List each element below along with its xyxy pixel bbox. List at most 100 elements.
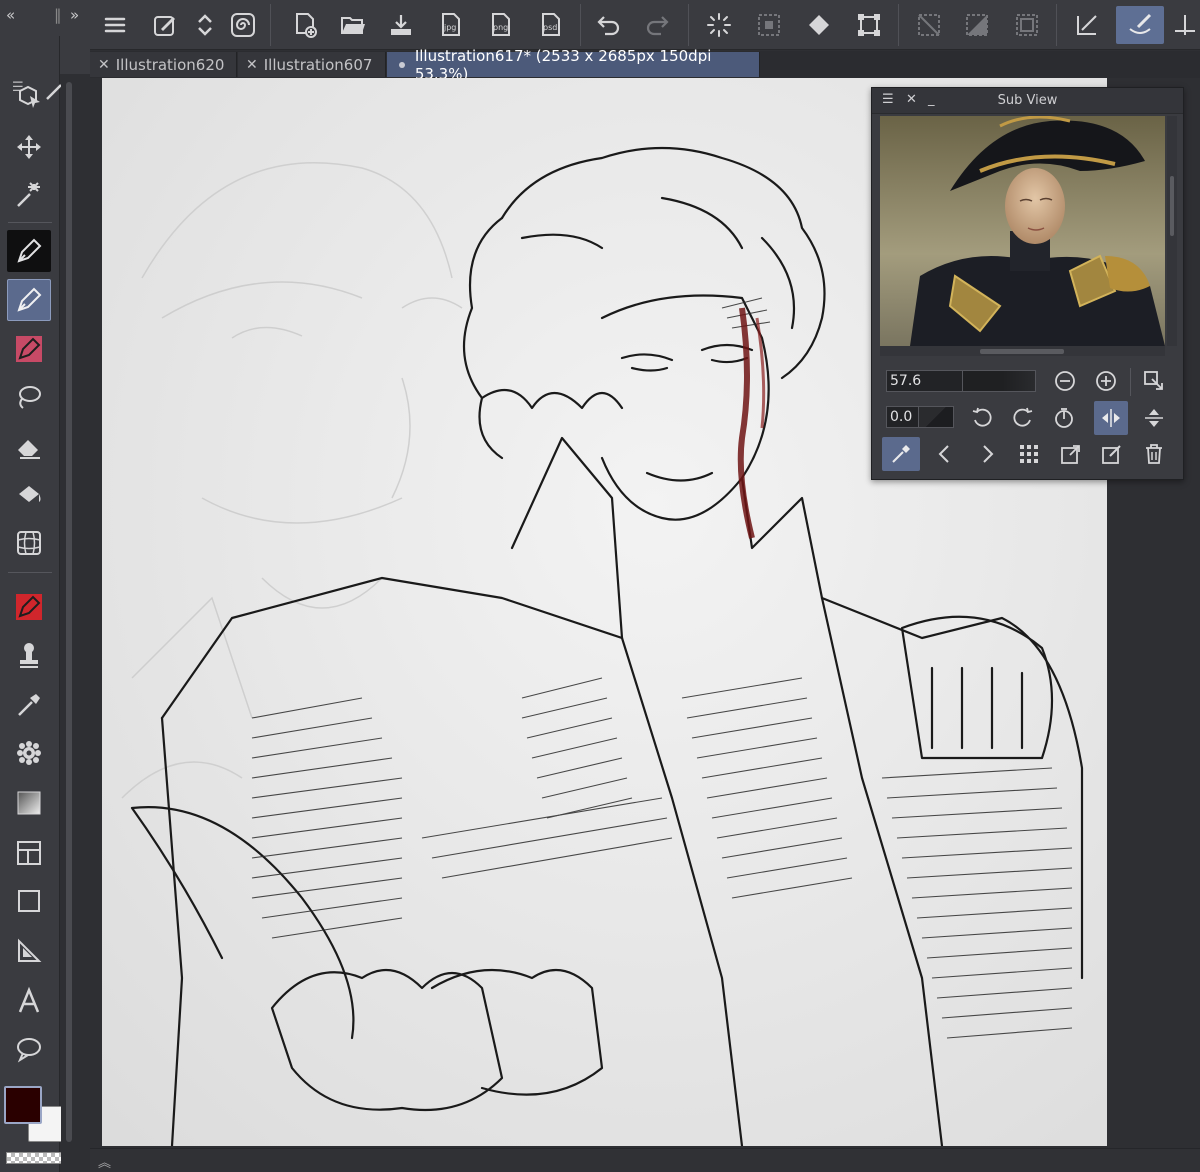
object-select-tool[interactable] xyxy=(7,76,51,118)
svg-text:png: png xyxy=(493,23,508,32)
reference-image[interactable] xyxy=(880,116,1165,346)
sub-view-title: Sub View xyxy=(997,93,1058,108)
undo-button[interactable] xyxy=(590,6,628,44)
marker-tool[interactable] xyxy=(7,328,51,370)
selection-icon xyxy=(758,14,780,36)
export-jpg-button[interactable]: jpg xyxy=(432,6,470,44)
ruler-icon xyxy=(18,938,42,962)
fill-tool[interactable] xyxy=(7,474,51,516)
eyedropper-icon xyxy=(892,445,910,463)
eyedropper-button[interactable] xyxy=(882,437,920,471)
app-window: jpg png psd « ‖ » ✕ Illustration620 ✕ Il… xyxy=(0,0,1200,1172)
reset-rotation-button[interactable] xyxy=(1047,401,1081,435)
image-list-button[interactable] xyxy=(1012,437,1046,471)
zoom-in-button[interactable] xyxy=(1089,364,1123,398)
save-button[interactable] xyxy=(382,6,420,44)
delete-image-button[interactable] xyxy=(1137,437,1171,471)
transparent-color-swatch[interactable] xyxy=(6,1152,64,1164)
snap-grid-button[interactable] xyxy=(1166,6,1200,44)
tab-illustration620[interactable]: ✕ Illustration620 xyxy=(90,52,237,77)
balloon-tool[interactable] xyxy=(7,1028,51,1070)
save-tray-icon xyxy=(391,15,411,35)
frame-icon xyxy=(17,841,41,865)
gradient-tool[interactable] xyxy=(7,782,51,824)
zoom-out-button[interactable] xyxy=(1048,364,1082,398)
edit-image-button[interactable] xyxy=(1095,437,1129,471)
expand-up-icon[interactable]: ︽ xyxy=(98,1152,111,1171)
expand-collapse-button[interactable] xyxy=(186,6,224,44)
text-icon xyxy=(18,986,40,1013)
text-tool[interactable] xyxy=(7,980,51,1022)
deselect-button[interactable] xyxy=(700,6,738,44)
main-color-swatch[interactable] xyxy=(4,1086,42,1124)
move-tool[interactable] xyxy=(7,126,51,168)
rotation-slider[interactable] xyxy=(918,406,954,428)
reset-rotation-icon xyxy=(1055,408,1073,428)
rotate-right-button[interactable] xyxy=(1006,401,1040,435)
flip-horizontal-button[interactable] xyxy=(1094,401,1128,435)
updown-chevron-icon xyxy=(198,14,212,36)
pencil-tool[interactable] xyxy=(7,279,51,321)
snap-special-ruler-button[interactable] xyxy=(1116,6,1164,44)
frame-tool[interactable] xyxy=(7,832,51,874)
crop-dashed-icon xyxy=(918,14,940,36)
balloon-icon xyxy=(17,1038,41,1063)
zoom-slider[interactable] xyxy=(962,370,1036,392)
svg-text:psd: psd xyxy=(543,23,557,32)
folder-open-icon xyxy=(341,17,365,34)
auto-select-tool[interactable] xyxy=(7,174,51,216)
settings-tool[interactable] xyxy=(7,732,51,774)
lasso-tool[interactable] xyxy=(7,376,51,418)
lasso-icon xyxy=(19,386,41,409)
clear-outside-button[interactable] xyxy=(910,6,948,44)
collapse-left-icon[interactable]: « xyxy=(6,6,15,24)
fill-button[interactable] xyxy=(800,6,838,44)
tab-illustration607[interactable]: ✕ Illustration607 xyxy=(238,52,386,77)
fit-view-button[interactable] xyxy=(1137,364,1171,398)
previous-image-button[interactable] xyxy=(928,437,962,471)
red-pen-tool[interactable] xyxy=(7,586,51,628)
eyedropper-tool[interactable] xyxy=(7,684,51,726)
transform-button[interactable] xyxy=(850,6,888,44)
stamp-tool[interactable] xyxy=(7,634,51,676)
object-select-icon xyxy=(19,85,40,108)
spiral-button[interactable] xyxy=(224,6,262,44)
invert-selection-button[interactable] xyxy=(750,6,788,44)
hamburger-icon xyxy=(104,17,126,33)
sub-view-titlebar[interactable]: ☰ ✕ _ Sub View xyxy=(872,88,1183,114)
new-file-button[interactable] xyxy=(286,6,324,44)
edit-image-icon xyxy=(1102,445,1121,464)
brush-edit-button[interactable] xyxy=(146,6,184,44)
eraser-tool[interactable] xyxy=(7,426,51,468)
redo-button[interactable] xyxy=(638,6,676,44)
close-icon[interactable]: ✕ xyxy=(98,57,110,73)
zoom-value: 57.6 xyxy=(890,373,922,389)
gear-icon xyxy=(17,741,41,765)
next-image-button[interactable] xyxy=(970,437,1004,471)
ruler-tool[interactable] xyxy=(7,930,51,972)
flip-vertical-button[interactable] xyxy=(1137,401,1171,435)
expand-right-icon[interactable]: » xyxy=(70,6,79,24)
half-fill-button[interactable] xyxy=(958,6,996,44)
undo-icon xyxy=(597,16,620,36)
import-image-button[interactable] xyxy=(1054,437,1088,471)
palette-scrollbar[interactable] xyxy=(66,82,72,1142)
menu-button[interactable] xyxy=(96,6,134,44)
tab-illustration617[interactable]: Illustration617* (2533 x 2685px 150dpi 5… xyxy=(387,47,760,83)
spiral-icon xyxy=(231,13,255,37)
open-file-button[interactable] xyxy=(334,6,372,44)
dashed-square-icon xyxy=(1016,14,1038,36)
rectangle-tool[interactable] xyxy=(7,880,51,922)
redo-icon xyxy=(646,16,669,36)
pen-tool[interactable] xyxy=(7,230,51,272)
chevron-left-icon xyxy=(938,445,949,463)
sub-view-vscroll[interactable] xyxy=(1167,116,1177,346)
export-png-button[interactable]: png xyxy=(482,6,520,44)
selection-border-button[interactable] xyxy=(1008,6,1046,44)
close-icon[interactable]: ✕ xyxy=(246,57,258,73)
mesh-tool[interactable] xyxy=(7,522,51,564)
export-psd-button[interactable]: psd xyxy=(532,6,570,44)
ruler-snap-button[interactable] xyxy=(1068,6,1106,44)
rotate-left-button[interactable] xyxy=(965,401,999,435)
sub-view-hscroll[interactable] xyxy=(880,346,1165,356)
